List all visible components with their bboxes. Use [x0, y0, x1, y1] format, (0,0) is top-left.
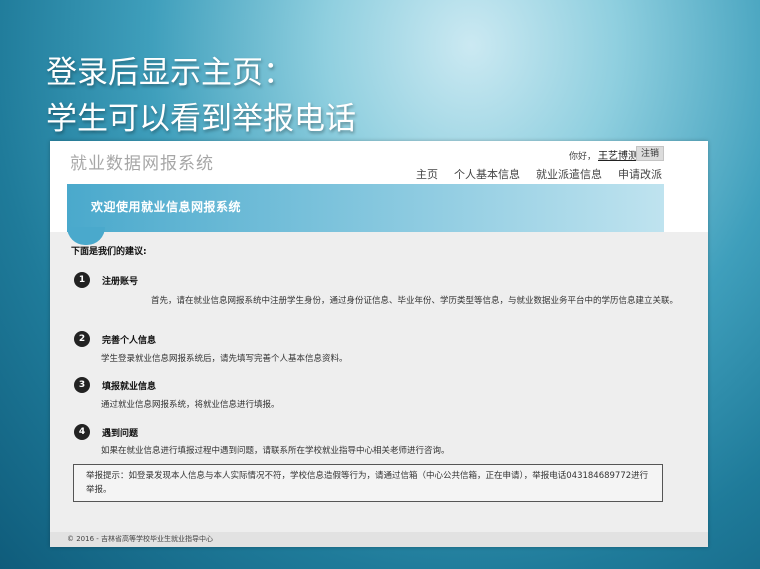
step-title: 遇到问题 — [102, 429, 139, 439]
slide-title-line-1: 登录后显示主页： — [46, 55, 294, 91]
nav-item-apply-reassign[interactable]: 申请改派 — [618, 166, 662, 182]
step-3-desc: 通过就业信息网报系统，将就业信息进行填报。 — [101, 400, 280, 410]
slide-title-line-2: 学生可以看到举报电话 — [46, 101, 356, 137]
step-number-badge: 2 — [74, 331, 90, 347]
footer: © 2016 - 吉林省高等学校毕业生就业指导中心 — [50, 532, 708, 547]
user-bar: 你好， 王艺博测 — [569, 147, 638, 162]
step-4-desc: 如果在就业信息进行填报过程中遇到问题，请联系所在学校就业指导中心相关老师进行咨询… — [101, 446, 450, 456]
welcome-text: 欢迎使用就业信息网报系统 — [91, 200, 242, 214]
step-2-desc: 学生登录就业信息网报系统后，请先填写完善个人基本信息资料。 — [101, 354, 348, 364]
step-title: 注册账号 — [102, 277, 139, 287]
main-content: 下面是我们的建议: 1 注册账号 首先，请在就业信息网报系统中注册学生身份，通过… — [50, 232, 708, 532]
nav-item-dispatch-info[interactable]: 就业派遣信息 — [536, 166, 602, 182]
slide-title: 登录后显示主页： 学生可以看到举报电话 — [46, 50, 356, 142]
step-number-badge: 4 — [74, 424, 90, 440]
step-title: 完善个人信息 — [102, 336, 157, 346]
username-link[interactable]: 王艺博测 — [598, 151, 638, 162]
step-number-badge: 3 — [74, 377, 90, 393]
footer-copyright: © 2016 - 吉林省高等学校毕业生就业指导中心 — [67, 535, 214, 543]
nav-item-home[interactable]: 主页 — [416, 166, 438, 182]
suggestions-heading: 下面是我们的建议: — [71, 247, 147, 257]
app-screenshot: 就业数据网报系统 你好， 王艺博测 注销 主页 个人基本信息 就业派遣信息 申请改… — [50, 141, 708, 547]
nav-item-personal-info[interactable]: 个人基本信息 — [454, 166, 520, 182]
system-title: 就业数据网报系统 — [70, 154, 214, 174]
welcome-banner: 欢迎使用就业信息网报系统 — [67, 184, 664, 232]
report-notice: 举报提示：如登录发现本人信息与本人实际情况不符，学校信息造假等行为，请通过信箱（… — [73, 464, 663, 502]
greeting-text: 你好， — [568, 152, 596, 162]
logout-button[interactable]: 注销 — [636, 146, 665, 161]
step-number-badge: 1 — [74, 272, 90, 288]
step-1-desc: 首先，请在就业信息网报系统中注册学生身份，通过身份证信息、毕业年份、学历类型等信… — [151, 296, 679, 306]
step-title: 填报就业信息 — [102, 382, 157, 392]
main-nav: 主页 个人基本信息 就业派遣信息 申请改派 — [416, 166, 662, 182]
